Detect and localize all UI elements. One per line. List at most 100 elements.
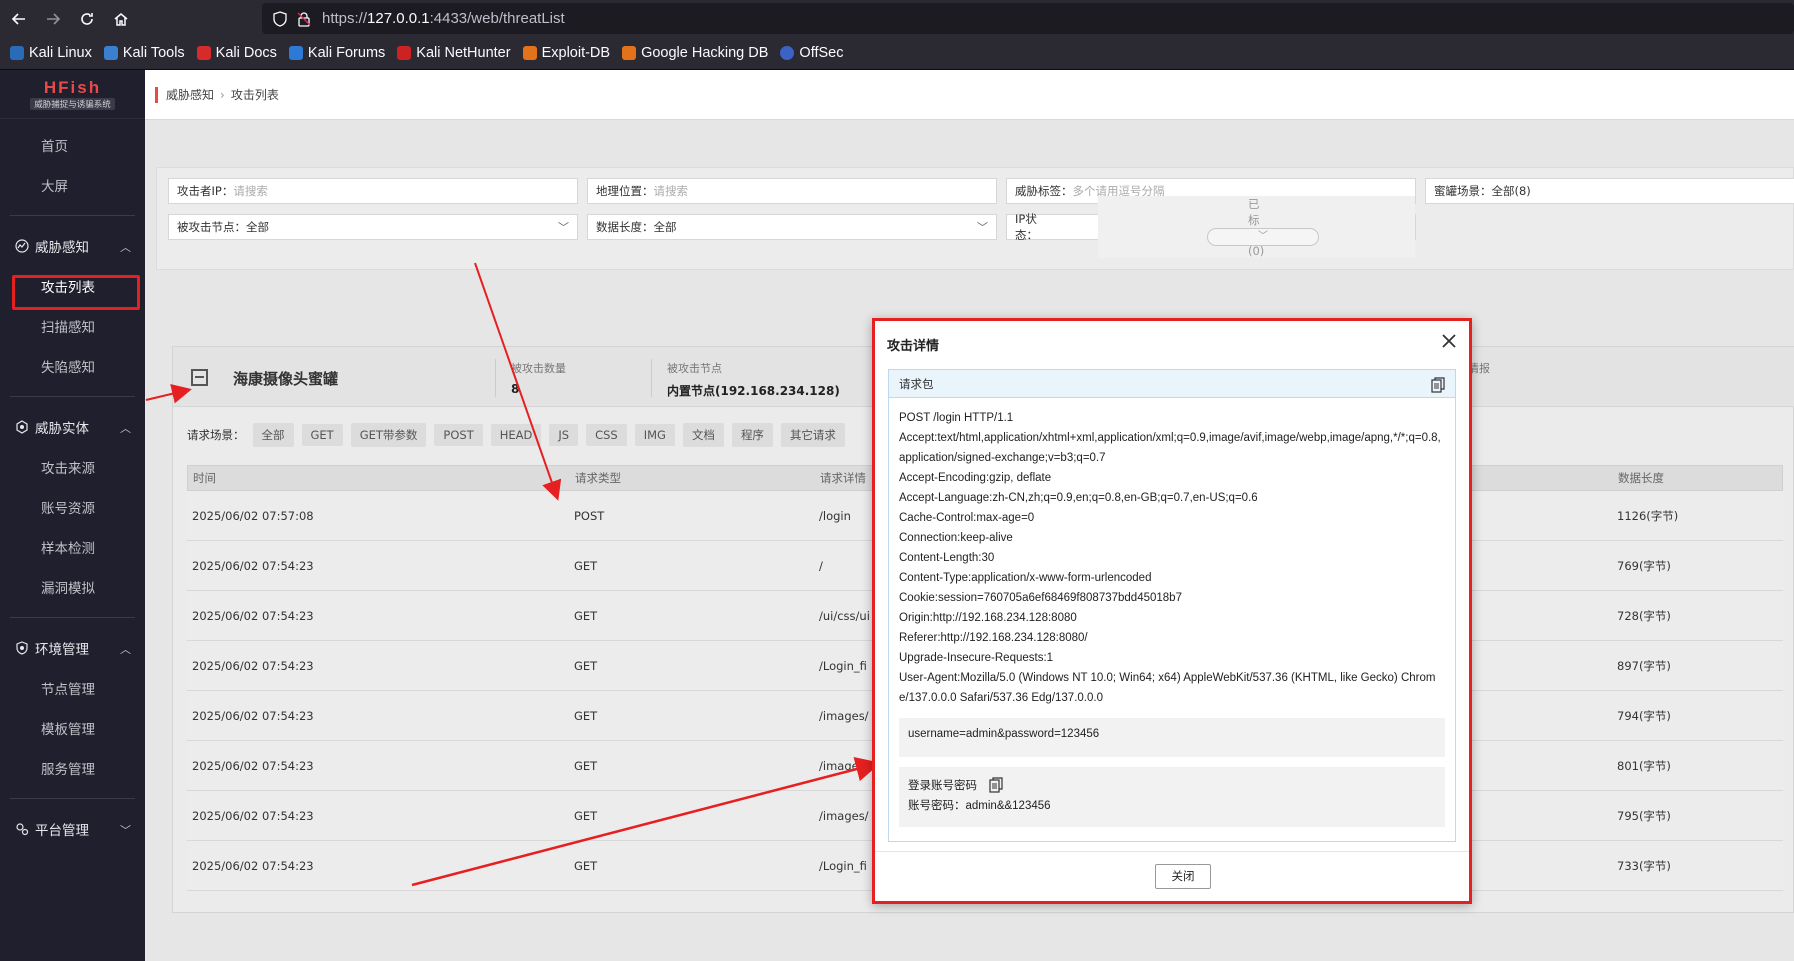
sidebar-item-scan-awareness[interactable]: 扫描感知 [0, 306, 145, 346]
col-type: 请求类型 [575, 471, 621, 485]
chip-all[interactable]: 全部 [252, 423, 294, 447]
request-headers: POST /login HTTP/1.1 Accept:text/html,ap… [899, 412, 1441, 704]
expand-filters-toggle[interactable]: ﹀ [1207, 228, 1319, 246]
request-body: username=admin&password=123456 [899, 718, 1445, 757]
chip-other[interactable]: 其它请求 [780, 423, 845, 447]
address-bar[interactable]: https://127.0.0.1:4433/web/threatList [262, 3, 1794, 34]
chip-program[interactable]: 程序 [731, 423, 773, 447]
chip-get-params[interactable]: GET带参数 [350, 423, 427, 447]
honeypot-scene-select[interactable]: 蜜罐场景： 全部(8) [1425, 178, 1794, 204]
sidebar-group-environment[interactable]: 环境管理 ︿ [0, 628, 145, 668]
credentials-value: 账号密码：admin&&123456 [908, 800, 1051, 812]
credentials-title: 登录账号密码 [908, 780, 977, 792]
logo-subtitle: 威胁捕捉与诱骗系统 [30, 98, 115, 110]
group-label: 环境管理 [35, 642, 89, 658]
sidebar-group-threat-entity[interactable]: 威胁实体 ︿ [0, 407, 145, 447]
chip-get[interactable]: GET [301, 424, 343, 446]
close-button[interactable]: 关闭 [1155, 864, 1211, 889]
attacker-ip-input[interactable]: 攻击者IP： 请搜索 [168, 178, 578, 204]
chip-img[interactable]: IMG [634, 424, 675, 446]
attacked-node-stat: 被攻击节点 内置节点(192.168.234.128) [667, 362, 840, 398]
breadcrumb-separator-icon: › [220, 87, 225, 102]
copy-icon[interactable] [989, 777, 1003, 793]
sidebar-group-platform[interactable]: 平台管理 ﹀ [0, 809, 145, 849]
sidebar-item-home[interactable]: 首页 [0, 125, 145, 165]
chevron-down-icon: ﹀ [977, 221, 988, 234]
credentials-box: 登录账号密码 账号密码：admin&&123456 [899, 767, 1445, 827]
ghdb-icon [622, 46, 637, 60]
filter-panel: 攻击者IP： 请搜索 地理位置： 请搜索 威胁标签： 多个请用逗号分隔 蜜罐场景： 全部… [156, 167, 1794, 270]
exploit-db-icon [522, 46, 537, 60]
shield-icon[interactable] [272, 10, 288, 27]
close-icon[interactable] [1437, 329, 1461, 353]
chip-head[interactable]: HEAD [490, 424, 542, 446]
sidebar-divider [10, 617, 135, 618]
sidebar-item-compromise-awareness[interactable]: 失陷感知 [0, 346, 145, 386]
bookmark-exploit-db[interactable]: Exploit-DB [522, 45, 610, 61]
chip-js[interactable]: JS [549, 424, 579, 446]
request-packet-box: 请求包 POST /login HTTP/1.1 Accept:text/htm… [888, 369, 1456, 842]
request-packet-header: 请求包 [889, 370, 1455, 398]
offsec-icon [780, 46, 795, 60]
col-detail: 请求详情 [820, 471, 866, 485]
sidebar-item-account-resource[interactable]: 账号资源 [0, 487, 145, 527]
sidebar-item-vuln-simulation[interactable]: 漏洞模拟 [0, 567, 145, 607]
nethunter-icon [397, 46, 412, 60]
bookmark-offsec[interactable]: OffSec [780, 45, 843, 61]
breadcrumb-current: 攻击列表 [230, 88, 279, 102]
divider [651, 359, 652, 397]
sidebar-item-bigscreen[interactable]: 大屏 [0, 165, 145, 205]
attacked-node-select[interactable]: 被攻击节点： 全部 ﹀ [168, 214, 578, 240]
hexagon-icon [16, 420, 28, 434]
sidebar-item-service-management[interactable]: 服务管理 [0, 748, 145, 788]
copy-icon[interactable] [1431, 377, 1445, 393]
geo-location-input[interactable]: 地理位置： 请搜索 [587, 178, 997, 204]
sidebar-item-node-management[interactable]: 节点管理 [0, 668, 145, 708]
chevron-up-icon: ︿ [120, 241, 131, 254]
chevron-up-icon: ︿ [120, 643, 131, 656]
sidebar-item-attack-source[interactable]: 攻击来源 [0, 447, 145, 487]
collapse-icon[interactable] [191, 369, 208, 386]
sidebar-divider [10, 396, 135, 397]
hfish-logo: HFish 威胁捕捉与诱骗系统 [0, 70, 145, 119]
sidebar-group-threat-awareness[interactable]: 威胁感知 ︿ [0, 226, 145, 266]
kali-docs-icon [196, 46, 211, 60]
data-length-select[interactable]: 数据长度： 全部 ﹀ [587, 214, 997, 240]
bookmark-kali-forums[interactable]: Kali Forums [288, 45, 385, 61]
logo-title: HFish [43, 78, 102, 97]
bookmark-kali-linux[interactable]: Kali Linux [10, 45, 92, 61]
bookmark-kali-nethunter[interactable]: Kali NetHunter [397, 45, 511, 61]
bookmarks-bar: Kali Linux Kali Tools Kali Docs Kali For… [0, 37, 1794, 70]
chip-post[interactable]: POST [434, 424, 483, 446]
chip-docs[interactable]: 文档 [682, 423, 724, 447]
col-length: 数据长度 [1618, 471, 1664, 485]
chevron-down-icon: ﹀ [558, 221, 569, 234]
lock-icon[interactable] [296, 11, 312, 27]
request-scene-filter: 请求场景： 全部 GET GET带参数 POST HEAD JS CSS IMG… [187, 423, 853, 447]
sidebar-item-sample-detection[interactable]: 样本检测 [0, 527, 145, 567]
url-text: https://127.0.0.1:4433/web/threatList [322, 10, 565, 27]
bookmark-kali-tools[interactable]: Kali Tools [103, 45, 185, 61]
reload-icon[interactable] [72, 4, 102, 34]
chevron-up-icon: ︿ [120, 422, 131, 435]
group-label: 威胁感知 [35, 240, 89, 256]
chevron-down-icon: ﹀ [120, 824, 131, 837]
forward-icon[interactable] [38, 4, 68, 34]
shield-gear-icon [16, 641, 28, 655]
sidebar-divider [10, 215, 135, 216]
bookmark-google-hacking-db[interactable]: Google Hacking DB [622, 45, 768, 61]
breadcrumb-parent[interactable]: 威胁感知 [166, 86, 214, 103]
honeypot-name: 海康摄像头蜜罐 [233, 370, 339, 388]
radar-icon [15, 239, 29, 253]
bookmark-kali-docs[interactable]: Kali Docs [196, 45, 277, 61]
breadcrumb: 威胁感知 › 攻击列表 [145, 70, 1794, 120]
kali-forums-icon [288, 46, 303, 60]
gears-icon [16, 823, 29, 836]
home-icon[interactable] [106, 4, 136, 34]
col-time: 时间 [193, 471, 216, 485]
chips-label: 请求场景： [187, 428, 245, 442]
back-icon[interactable] [4, 4, 34, 34]
chip-css[interactable]: CSS [586, 424, 627, 446]
highlight-box [12, 275, 140, 310]
sidebar-item-template-management[interactable]: 模板管理 [0, 708, 145, 748]
